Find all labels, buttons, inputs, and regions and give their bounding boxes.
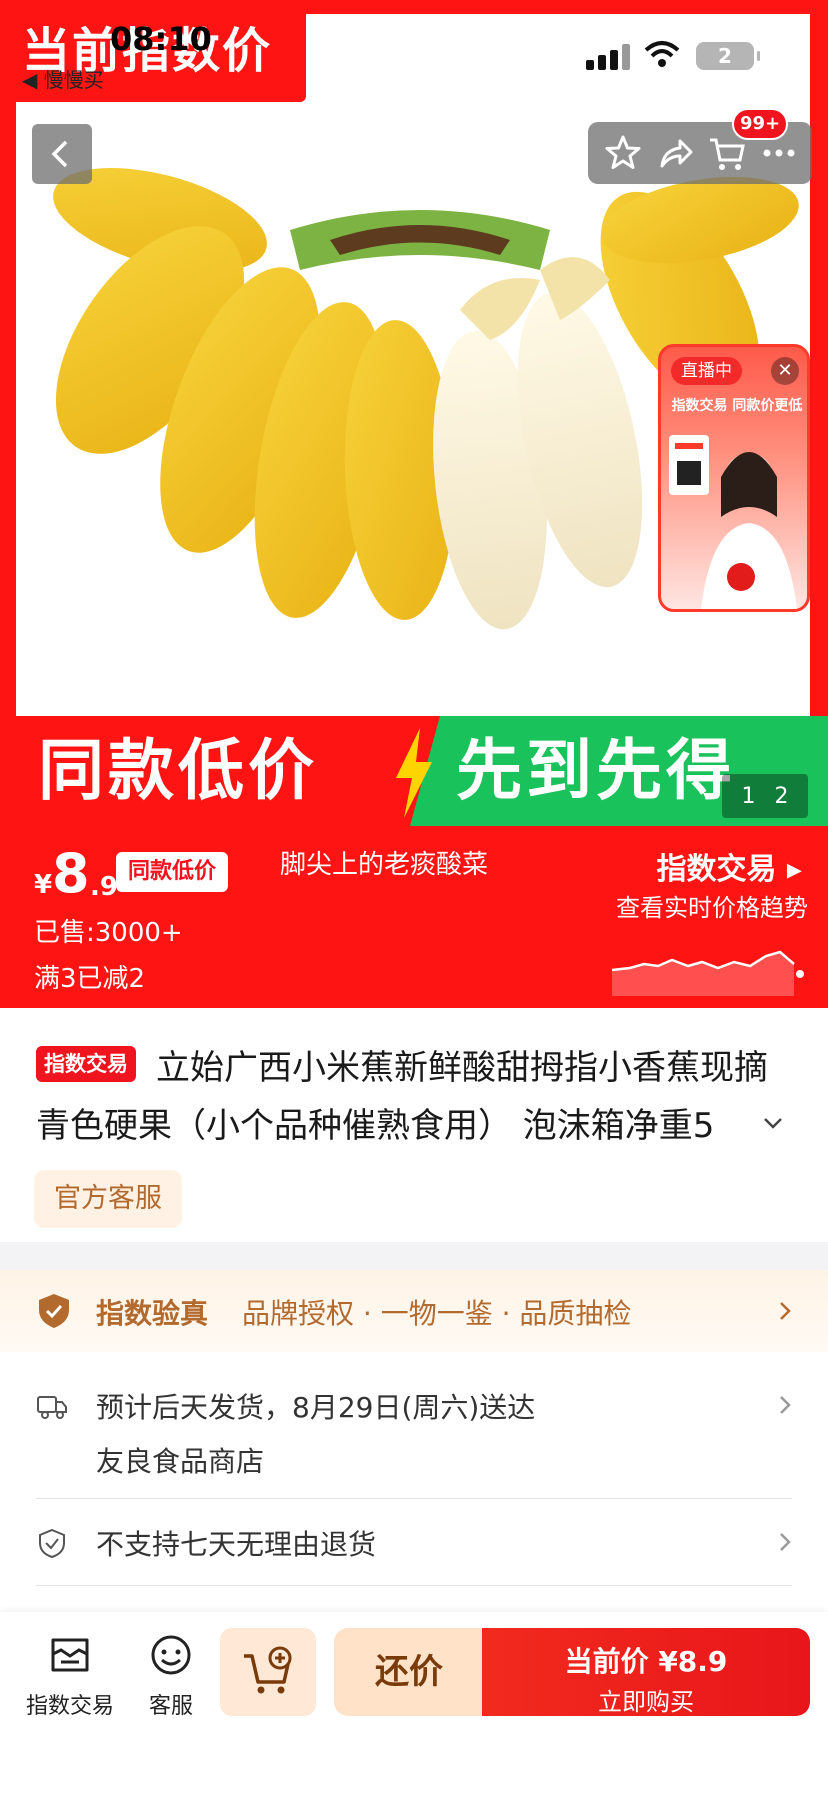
share-icon[interactable] [654, 132, 696, 174]
back-button[interactable] [32, 124, 92, 184]
official-service-button[interactable]: 官方客服 [34, 1170, 182, 1228]
back-to-app-link[interactable]: ◀ 慢慢买 [22, 64, 104, 93]
bottom-action-bar: 指数交易 客服 还价 当前价 ¥8.9 立即购买 [0, 1612, 828, 1795]
shop-caption: 脚尖上的老痰酸菜 [280, 850, 489, 880]
store-icon [51, 1638, 89, 1672]
index-trade-link[interactable]: 指数交易 ▸ [656, 844, 802, 888]
price-decimal: .9 [90, 872, 118, 902]
lightning-icon [396, 728, 432, 818]
pager-total: 2 [774, 783, 789, 809]
hero-section: 当前指数价 08:10 ◀ 慢慢买 2 99+ 直播中 ✕ 指数交易 同款价更低 [0, 0, 828, 830]
nav-index-trade-label: 指数交易 [26, 1694, 115, 1719]
buy-now-label: 立即购买 [598, 1688, 694, 1716]
price-bar: ¥ 8 .9 同款低价 脚尖上的老痰酸菜 已售:3000+ 满3已减2 指数交易… [0, 826, 828, 1008]
cart-add-icon [244, 1646, 292, 1694]
status-time: 08:10 [110, 20, 212, 58]
add-to-cart-button[interactable] [220, 1628, 316, 1716]
authenticity-row[interactable]: 指数验真 品牌授权 · 一物一鉴 · 品质抽检 [0, 1270, 828, 1352]
bargain-button[interactable]: 还价 [334, 1628, 484, 1716]
promo-strip: 同款低价 先到先得 [0, 716, 828, 826]
product-page: 当前指数价 08:10 ◀ 慢慢买 2 99+ 直播中 ✕ 指数交易 同款价更低 [0, 0, 828, 1795]
product-title-line2: 青色硬果（小个品种催熟食用） 泡沫箱净重5 [36, 1106, 715, 1146]
cellular-signal-icon [586, 44, 632, 70]
product-title-section: 指数交易 立始广西小米蕉新鲜酸甜拇指小香蕉现摘 青色硬果（小个品种催熟食用） 泡… [0, 1008, 828, 1242]
close-icon[interactable]: ✕ [771, 357, 799, 385]
discount-rule: 满3已减2 [34, 964, 146, 994]
battery-icon: 2 [696, 42, 760, 70]
price-trend-link[interactable]: 查看实时价格趋势 [616, 888, 808, 923]
buy-now-button[interactable]: 当前价 ¥8.9 立即购买 [482, 1628, 810, 1716]
chevron-right-icon [780, 1533, 791, 1551]
nav-customer-service[interactable]: 客服 [136, 1632, 206, 1720]
chevron-left-icon [51, 140, 68, 168]
live-subtitle: 指数交易 同款价更低 [671, 398, 803, 414]
low-price-tag: 同款低价 [116, 852, 229, 892]
star-icon[interactable] [602, 132, 644, 174]
authenticity-items: 品牌授权 · 一物一鉴 · 品质抽检 [242, 1297, 632, 1330]
shipping-estimate: 预计后天发货，8月29日(周六)送达 [96, 1391, 536, 1424]
price-trend-sparkline[interactable] [610, 926, 810, 996]
delivery-truck-icon [37, 1396, 67, 1419]
authenticity-title: 指数验真 [96, 1297, 209, 1330]
buy-now-price: 当前价 ¥8.9 [564, 1645, 728, 1678]
chevron-down-icon[interactable] [758, 1108, 788, 1138]
price-integer: 8 [52, 842, 90, 905]
product-title-line1: 立始广西小米蕉新鲜酸甜拇指小香蕉现摘 [156, 1048, 768, 1088]
index-trade-tag: 指数交易 [36, 1046, 136, 1082]
nav-index-trade[interactable]: 指数交易 [26, 1632, 114, 1720]
shield-icon [39, 1528, 65, 1559]
promo-left-text: 同款低价 [38, 732, 318, 809]
wifi-icon [644, 41, 680, 67]
live-stream-popup[interactable]: 直播中 ✕ 指数交易 同款价更低 [658, 344, 810, 612]
section-gap [0, 1242, 828, 1270]
promo-right-text: 先到先得 [456, 732, 736, 809]
pager-current: 1 [741, 783, 756, 809]
shield-check-icon [39, 1294, 69, 1328]
returns-policy-text: 不支持七天无理由退货 [96, 1528, 377, 1561]
index-trade-label: 指数交易 [656, 852, 777, 887]
chevron-right-icon [780, 1302, 791, 1320]
chevron-right-icon [780, 1396, 791, 1414]
shipping-row[interactable]: 预计后天发货，8月29日(周六)送达 友良食品商店 [0, 1352, 828, 1498]
smiley-service-icon [151, 1635, 191, 1675]
nav-customer-service-label: 客服 [148, 1694, 193, 1719]
price-currency: ¥ [34, 870, 53, 900]
store-name: 友良食品商店 [96, 1445, 265, 1478]
cart-count-badge: 99+ [732, 108, 789, 140]
sold-count: 已售:3000+ [34, 918, 183, 948]
image-pager: 1 2 [722, 774, 808, 818]
returns-policy-row[interactable]: 不支持七天无理由退货 [0, 1499, 828, 1585]
live-host-image [669, 435, 797, 609]
live-tag: 直播中 [671, 357, 742, 385]
